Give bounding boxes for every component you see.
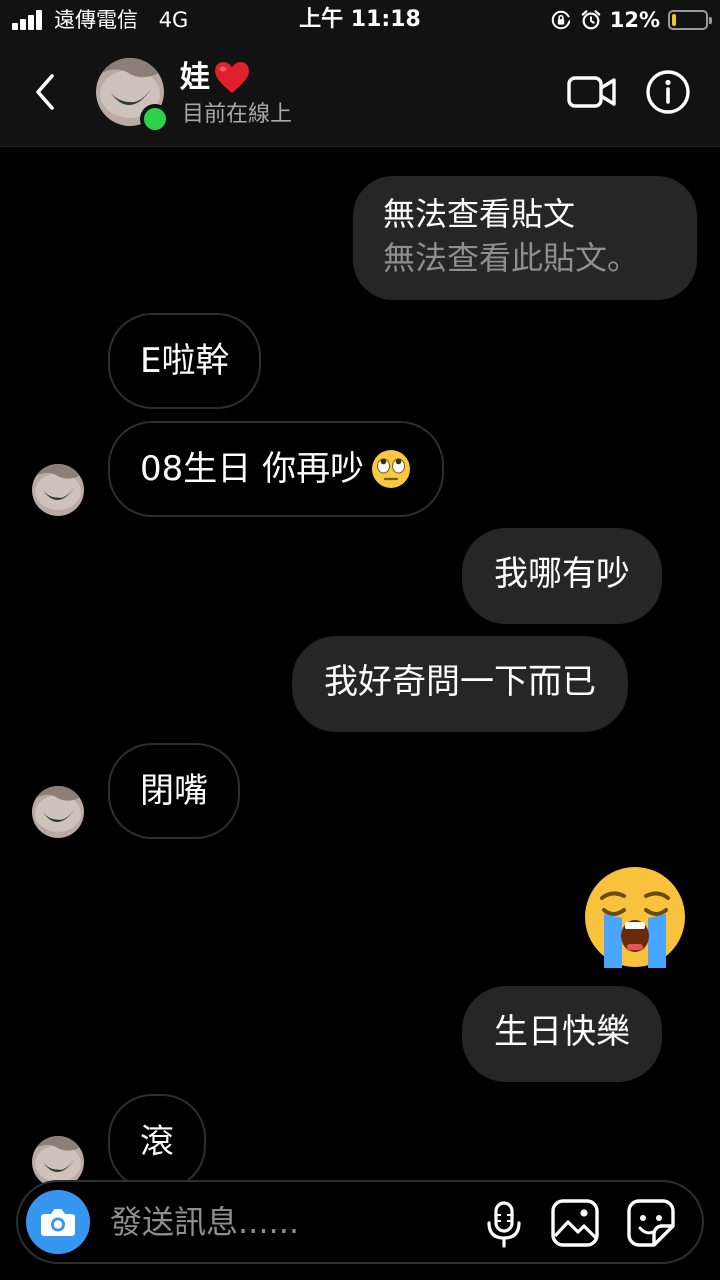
avatar-photo [32,464,84,516]
message-composer: 發送訊息...... [16,1180,704,1264]
battery-percent: 12% [609,8,660,32]
sender-avatar[interactable] [32,464,84,516]
video-call-icon[interactable] [566,72,618,112]
status-bar: 遠傳電信 4G 上午 11:18 12% [0,0,720,40]
face-with-rolling-eyes-icon [372,450,411,488]
orientation-lock-icon [551,10,572,30]
message-bubble-received[interactable]: 滾 [108,1094,206,1190]
online-indicator [140,104,170,134]
sender-avatar[interactable] [32,786,84,838]
info-icon[interactable] [644,68,692,116]
message-text: E啦幹 [140,341,230,381]
message-text: 滾 [140,1122,174,1162]
gallery-icon[interactable] [550,1198,600,1248]
message-bubble-sent[interactable]: 我好奇問一下而已 [292,636,628,732]
contact-status: 目前在線上 [182,102,293,127]
microphone-icon[interactable] [482,1200,526,1248]
camera-button[interactable] [26,1190,90,1254]
message-text: 我好奇問一下而已 [324,662,596,702]
avatar-photo [32,786,84,838]
contact-name-text: 娃 [180,60,210,95]
shared-post-bubble[interactable]: 無法查看貼文 無法查看此貼文。 [353,176,697,300]
message-text: 閉嘴 [140,771,208,811]
battery-level-fill [672,14,676,26]
shared-post-subtitle: 無法查看此貼文。 [383,239,640,277]
message-text: 我哪有吵 [494,554,630,594]
battery-icon [668,10,712,30]
message-text: 生日快樂 [494,1012,630,1052]
back-icon[interactable] [28,70,64,114]
contact-name[interactable]: 娃 [180,58,250,98]
message-input[interactable]: 發送訊息...... [110,1200,299,1244]
chat-header: 娃 目前在線上 [0,40,720,147]
message-bubble-sent[interactable]: 我哪有吵 [462,528,662,624]
shared-post-title: 無法查看貼文 [383,195,576,233]
message-bubble-received[interactable]: E啦幹 [108,313,262,409]
message-bubble-received[interactable]: 08生日 你再吵 [108,421,445,517]
sticker-icon[interactable] [626,1198,676,1248]
loudly-crying-face-icon[interactable] [582,864,688,970]
message-text: 08生日 你再吵 [140,449,365,489]
status-right-group: 12% [550,6,712,34]
camera-icon [41,1209,75,1236]
red-heart-icon [215,62,249,93]
message-bubble-sent[interactable]: 生日快樂 [462,986,662,1082]
alarm-icon [581,10,601,30]
message-bubble-received[interactable]: 閉嘴 [108,743,240,839]
